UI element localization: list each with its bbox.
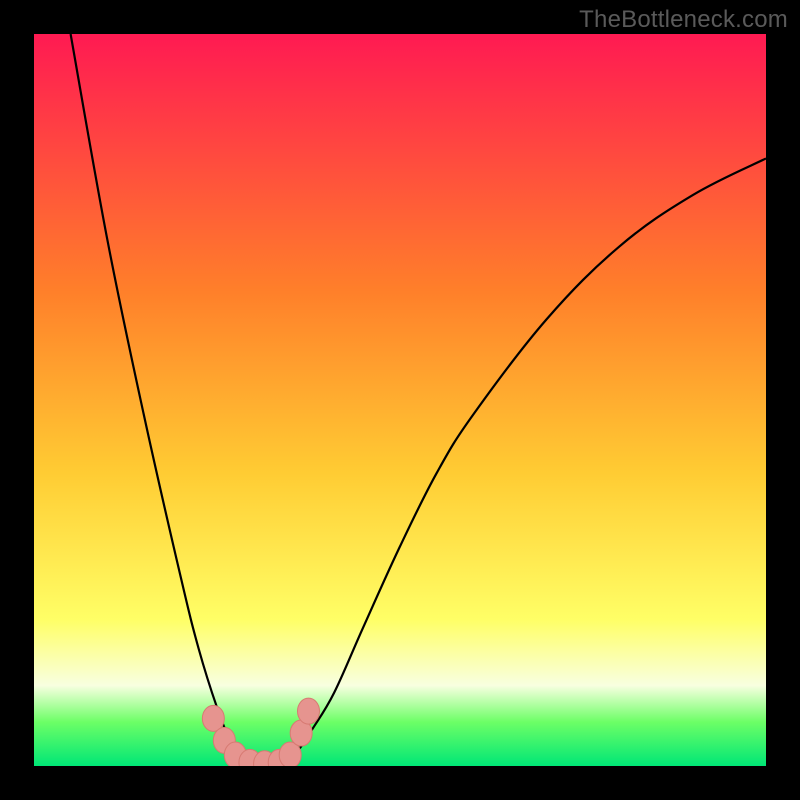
plot-area — [34, 34, 766, 766]
trough-markers — [202, 698, 319, 766]
curve-layer — [34, 34, 766, 766]
curve-left-branch — [71, 34, 254, 766]
watermark-text: TheBottleneck.com — [579, 6, 788, 34]
trough-marker — [298, 698, 320, 724]
curve-right-branch — [283, 158, 766, 766]
chart-frame: TheBottleneck.com — [0, 0, 800, 800]
